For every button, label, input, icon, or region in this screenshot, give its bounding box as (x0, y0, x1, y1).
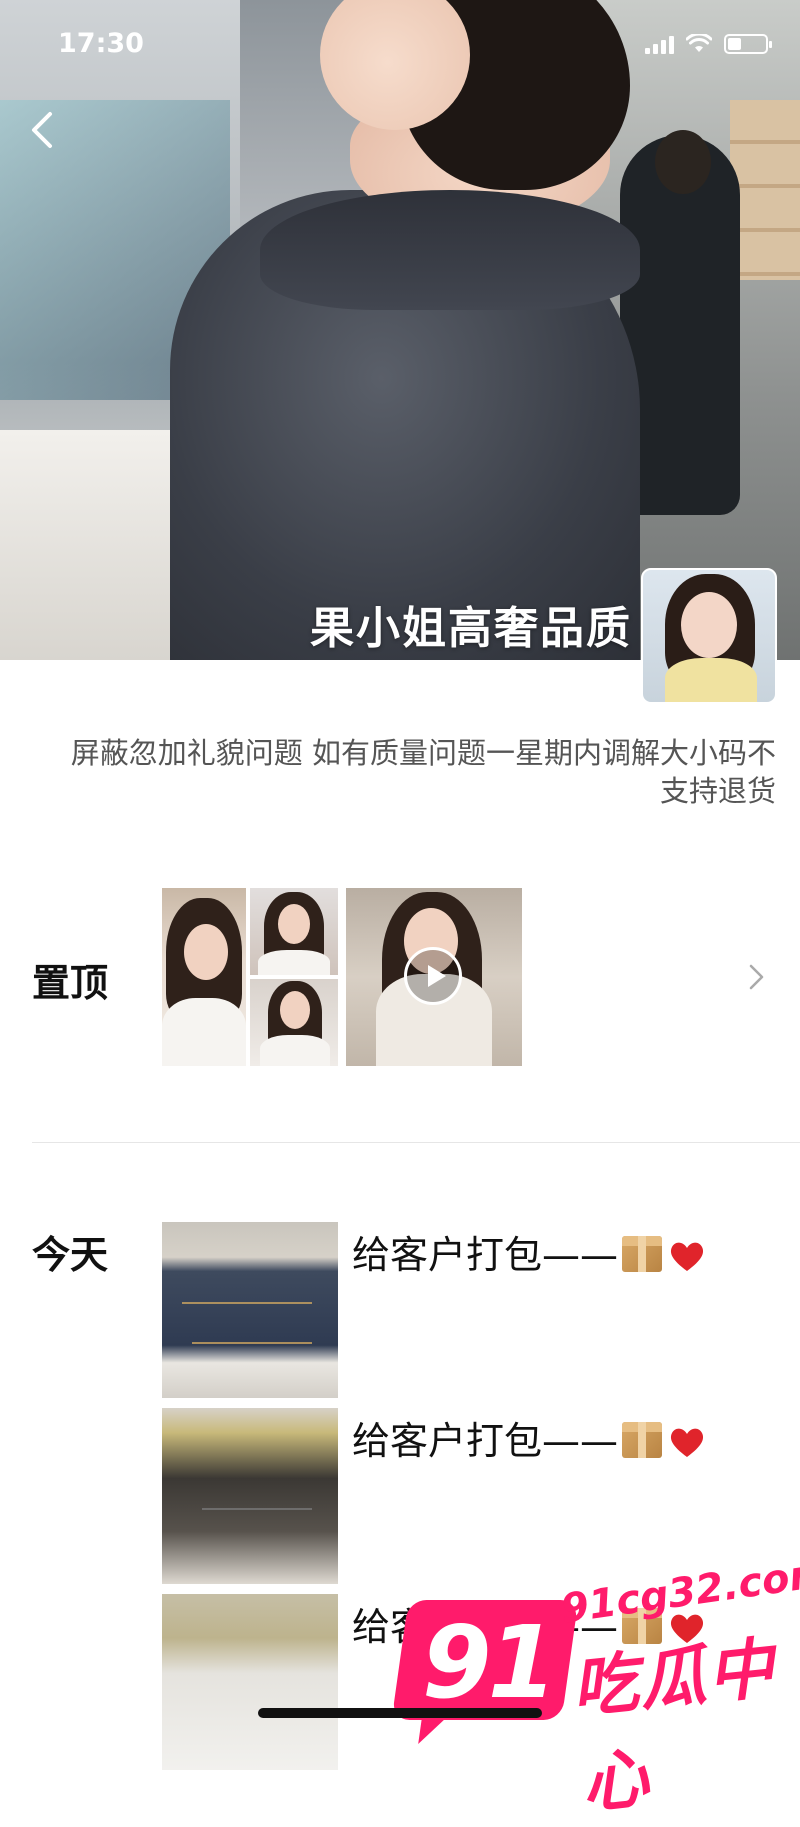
home-indicator[interactable] (258, 1708, 542, 1718)
play-icon[interactable] (404, 947, 462, 1005)
watermark-logo: 91 91cg32.com 吃瓜中心 (391, 1548, 800, 1823)
package-icon (622, 1236, 663, 1272)
cover-photo[interactable]: 17:30 果小姐高奢品质 (0, 0, 800, 660)
post-thumbnail[interactable] (162, 1408, 338, 1584)
post-caption: 给客户打包—— (352, 1224, 706, 1279)
pinned-thumbnail[interactable] (250, 979, 338, 1066)
profile-signature: 屏蔽忽加礼貌问题 如有质量问题一星期内调解大小码不支持退货 (70, 736, 776, 808)
battery-icon (724, 34, 772, 54)
heart-icon (670, 1242, 704, 1271)
chevron-left-icon[interactable] (22, 108, 66, 152)
cover-boxes (730, 100, 800, 280)
status-icons (645, 34, 772, 54)
wifi-icon (686, 34, 712, 52)
battery-level (728, 38, 741, 50)
signal-icon (645, 36, 674, 54)
watermark-number: 91 (422, 1604, 557, 1721)
pinned-label: 置顶 (32, 961, 109, 1005)
watermark-name: 吃瓜中心 (568, 1629, 780, 1823)
post-thumbnail[interactable] (162, 1594, 338, 1770)
chevron-right-icon[interactable] (744, 960, 768, 994)
cover-model-neckline (260, 190, 640, 310)
cover-bystander-head (655, 130, 711, 194)
list-item[interactable]: 给客户打包—— (162, 1222, 782, 1398)
avatar[interactable] (641, 568, 777, 704)
package-icon (622, 1422, 663, 1458)
post-thumbnail[interactable] (162, 1222, 338, 1398)
pinned-posts[interactable] (162, 888, 522, 1066)
heart-icon (670, 1428, 704, 1457)
status-time: 17:30 (58, 28, 144, 59)
pinned-thumbnail[interactable] (162, 888, 246, 1066)
today-label: 今天 (32, 1233, 109, 1277)
pinned-video-thumbnail[interactable] (346, 888, 522, 1066)
cover-title: 果小姐高奢品质 (310, 603, 632, 654)
divider (32, 1142, 800, 1143)
pinned-thumbnail[interactable] (250, 888, 338, 975)
post-caption: 给客户打包—— (352, 1410, 706, 1465)
